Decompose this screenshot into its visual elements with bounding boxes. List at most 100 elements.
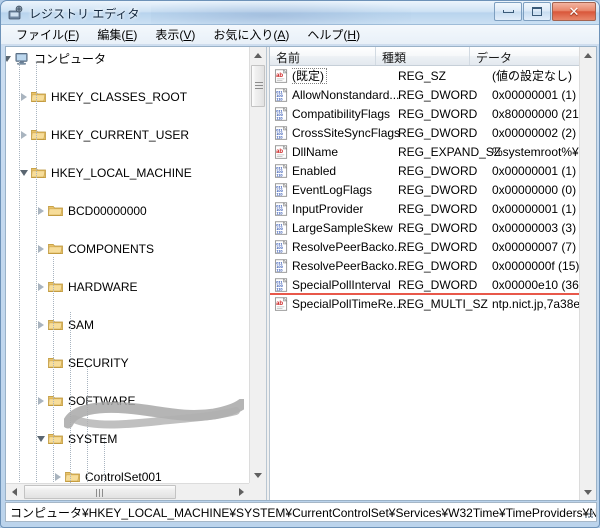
- menu-item-file[interactable]: ファイル(F): [7, 24, 88, 45]
- value-data: 0x80000000 (214748: [492, 106, 579, 121]
- registry-value-row[interactable]: 011 100 110 SpecialPollInterval REG_DWORD 0x0…: [270, 275, 579, 295]
- list-column-headers: 名前 種類 データ: [270, 47, 596, 66]
- menu-item-edit[interactable]: 編集(E): [88, 24, 146, 45]
- chevron-right-icon: [238, 488, 244, 496]
- registry-value-row[interactable]: ab SpecialPollTimeRe... REG_MULTI_SZ ntp.ni…: [270, 294, 579, 313]
- close-icon: ✕: [568, 4, 580, 19]
- tree-item[interactable]: SECURITY: [6, 353, 248, 372]
- registry-value-row[interactable]: 011 100 110 LargeSampleSkew REG_DWORD 0x00000…: [270, 218, 579, 237]
- registry-value-row[interactable]: 011 100 110 Enabled REG_DWORD 0x00000001 (1): [270, 161, 579, 180]
- tree-expand-icon[interactable]: [36, 206, 46, 216]
- tree-collapse-icon[interactable]: [19, 168, 29, 178]
- value-data: 0x00000003 (3): [492, 220, 577, 235]
- value-name: Enabled: [292, 163, 337, 178]
- triangle-glyph: [55, 472, 61, 481]
- menu-item-help[interactable]: ヘルプ(H): [298, 24, 369, 45]
- value-type: REG_DWORD: [398, 125, 478, 140]
- tree-item[interactable]: BCD00000000: [6, 201, 248, 220]
- list-scroll-down-button[interactable]: [580, 484, 596, 500]
- value-data: %systemroot%¥sys: [492, 144, 579, 159]
- svg-text:ab: ab: [276, 301, 283, 307]
- tree-expand-icon[interactable]: [36, 244, 46, 254]
- tree-scroll-down-button[interactable]: [250, 467, 266, 483]
- value-type: REG_DWORD: [398, 201, 478, 216]
- tree-item[interactable]: HARDWARE: [6, 277, 248, 296]
- registry-value-row[interactable]: 011 100 110 AllowNonstandard... REG_DWORD 0x0…: [270, 85, 579, 104]
- tree-item-label: HARDWARE: [68, 279, 138, 294]
- svg-text:110: 110: [276, 97, 283, 102]
- menu-item-favorites[interactable]: お気に入り(A): [204, 24, 298, 45]
- registry-values-list[interactable]: ab (既定) REG_SZ (値の設定なし) 011 100 110 AllowNonsta…: [270, 66, 579, 500]
- column-header-name[interactable]: 名前: [270, 47, 376, 65]
- tree-item[interactable]: COMPONENTS: [6, 239, 248, 258]
- value-name-cell-wrap: DllName: [292, 145, 338, 159]
- tree-collapse-icon[interactable]: [6, 54, 12, 64]
- window-controls: ✕: [494, 2, 596, 21]
- tree-expand-icon[interactable]: [53, 472, 63, 482]
- list-scroll-up-button[interactable]: [580, 47, 596, 63]
- tree-expand-icon[interactable]: [36, 396, 46, 406]
- triangle-glyph: [20, 169, 28, 176]
- value-type: REG_SZ: [398, 68, 447, 83]
- tree-item-label: HKEY_CURRENT_USER: [51, 127, 190, 142]
- tree-hscroll-thumb[interactable]: [24, 485, 176, 499]
- menu-item-view[interactable]: 表示(V): [146, 24, 204, 45]
- registry-value-row[interactable]: 011 100 110 InputProvider REG_DWORD 0x0000000…: [270, 199, 579, 218]
- svg-text:110: 110: [276, 249, 283, 254]
- registry-value-row[interactable]: 011 100 110 EventLogFlags REG_DWORD 0x0000000…: [270, 180, 579, 199]
- tree-item[interactable]: コンピュータ: [6, 49, 248, 68]
- tree-collapse-icon[interactable]: [36, 434, 46, 444]
- tree-item[interactable]: SAM: [6, 315, 248, 334]
- tree-item-label: SYSTEM: [68, 431, 118, 446]
- dword-value-icon: 011 100 110: [274, 164, 289, 178]
- tree-connector-line: [87, 367, 88, 483]
- tree-expand-icon[interactable]: [36, 320, 46, 330]
- tree-horizontal-scrollbar[interactable]: [6, 483, 249, 500]
- svg-text:110: 110: [276, 192, 283, 197]
- registry-value-row[interactable]: 011 100 110 CompatibilityFlags REG_DWORD 0x80…: [270, 104, 579, 123]
- resize-grip-icon[interactable]: [582, 507, 594, 519]
- registry-value-row[interactable]: 011 100 110 CrossSiteSyncFlags REG_DWORD 0x00…: [270, 123, 579, 142]
- tree-expand-icon[interactable]: [19, 130, 29, 140]
- highlight-underline: [270, 293, 579, 295]
- registry-tree-pane: コンピュータ HKEY_CLASSES_ROOT HKEY_CURRENT_USER…: [6, 47, 266, 500]
- value-name: (既定): [292, 68, 327, 84]
- tree-expand-icon[interactable]: [19, 92, 29, 102]
- menu-accel: E: [125, 28, 134, 42]
- column-header-type[interactable]: 種類: [376, 47, 470, 65]
- tree-expand-icon[interactable]: [36, 282, 46, 292]
- registry-value-row[interactable]: 011 100 110 ResolvePeerBacko... REG_DWORD 0x0…: [270, 237, 579, 256]
- tree-item-label-wrap: HKEY_CLASSES_ROOT: [51, 90, 187, 104]
- tree-scroll-thumb[interactable]: [251, 65, 265, 107]
- tree-item[interactable]: SOFTWARE: [6, 391, 248, 410]
- value-name: DllName: [292, 144, 339, 159]
- tree-item[interactable]: HKEY_CURRENT_USER: [6, 125, 248, 144]
- tree-scroll-up-button[interactable]: [250, 47, 266, 63]
- column-header-data[interactable]: データ: [470, 47, 590, 65]
- registry-value-row[interactable]: 011 100 110 ResolvePeerBacko... REG_DWORD 0x0…: [270, 256, 579, 275]
- triangle-glyph: [21, 92, 27, 101]
- tree-item-label: HKEY_CLASSES_ROOT: [51, 89, 188, 104]
- tree-vertical-scrollbar[interactable]: [249, 47, 266, 483]
- registry-value-row[interactable]: ab (既定) REG_SZ (値の設定なし): [270, 66, 579, 85]
- tree-scroll-left-button[interactable]: [6, 484, 22, 500]
- registry-tree[interactable]: コンピュータ HKEY_CLASSES_ROOT HKEY_CURRENT_USER…: [6, 47, 248, 483]
- value-type: REG_DWORD: [398, 239, 478, 254]
- tree-connector-line: [53, 257, 54, 483]
- value-name-cell-wrap: AllowNonstandard...: [292, 88, 399, 102]
- value-name-cell-wrap: Enabled: [292, 164, 336, 178]
- tree-item[interactable]: SYSTEM: [6, 429, 248, 448]
- tree-item[interactable]: HKEY_LOCAL_MACHINE: [6, 163, 248, 182]
- list-vertical-scrollbar[interactable]: [579, 47, 596, 500]
- title-bar[interactable]: レジストリ エディタ ✕: [1, 1, 599, 25]
- tree-item-label: HKEY_LOCAL_MACHINE: [51, 165, 192, 180]
- tree-item[interactable]: ControlSet001: [6, 467, 248, 483]
- svg-text:110: 110: [276, 230, 283, 235]
- close-button[interactable]: ✕: [552, 2, 596, 21]
- registry-value-row[interactable]: ab DllName REG_EXPAND_SZ%systemroot%¥sys: [270, 142, 579, 161]
- tree-item[interactable]: HKEY_CLASSES_ROOT: [6, 87, 248, 106]
- minimize-button[interactable]: [494, 2, 522, 21]
- status-bar-path: コンピュータ¥HKEY_LOCAL_MACHINE¥SYSTEM¥Current…: [10, 505, 597, 520]
- maximize-button[interactable]: [523, 2, 551, 21]
- tree-scroll-right-button[interactable]: [233, 484, 249, 500]
